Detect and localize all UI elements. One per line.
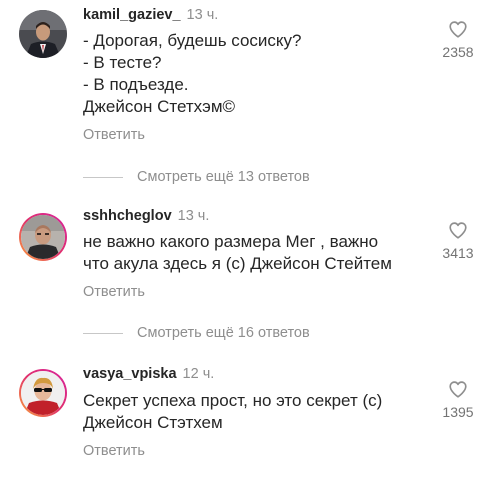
view-replies-label: Смотреть ещё 13 ответов xyxy=(137,169,310,185)
comment-text: не важно какого размера Мег , важно что … xyxy=(83,231,413,275)
avatar[interactable] xyxy=(19,369,67,417)
comment-header: sshhcheglov 13 ч. xyxy=(83,207,209,225)
timestamp: 12 ч. xyxy=(182,366,215,382)
avatar-man-bald-icon xyxy=(21,215,65,259)
reply-button[interactable]: Ответить xyxy=(83,284,145,300)
timestamp: 13 ч. xyxy=(186,7,219,23)
avatar-image xyxy=(21,215,65,259)
username-link[interactable]: sshhcheglov xyxy=(83,208,172,224)
comment-line: что акула здесь я (с) Джейсон Стейтем xyxy=(83,254,392,273)
like-count: 3413 xyxy=(442,245,474,261)
avatar-image xyxy=(21,371,65,415)
comment-line: - В подъезде. xyxy=(83,75,189,94)
reply-button[interactable]: Ответить xyxy=(83,127,145,143)
like-button[interactable]: 3413 xyxy=(428,219,488,261)
username-link[interactable]: vasya_vpiska xyxy=(83,366,177,382)
comment-line: Джейсон Стэтхем xyxy=(83,413,223,432)
view-replies-label: Смотреть ещё 16 ответов xyxy=(137,325,310,341)
heart-outline-icon xyxy=(449,21,467,38)
like-count: 1395 xyxy=(442,404,474,420)
like-button[interactable]: 1395 xyxy=(428,378,488,420)
like-count: 2358 xyxy=(442,44,474,60)
comment-line: - Дорогая, будешь сосиску? xyxy=(83,31,302,50)
divider xyxy=(83,333,123,334)
heart-outline-icon xyxy=(449,222,467,239)
comment-text: Секрет успеха прост, но это секрет (с) Д… xyxy=(83,390,413,434)
divider xyxy=(83,177,123,178)
avatar[interactable] xyxy=(19,213,67,261)
username-link[interactable]: kamil_gaziev_ xyxy=(83,7,181,23)
comment-header: kamil_gaziev_ 13 ч. xyxy=(83,6,218,24)
heart-outline-icon xyxy=(449,381,467,398)
timestamp: 13 ч. xyxy=(177,208,210,224)
avatar-man-sunglasses-icon xyxy=(21,371,65,415)
comment-text: - Дорогая, будешь сосиску? - В тесте? - … xyxy=(83,30,413,118)
avatar[interactable] xyxy=(19,10,67,58)
comment-line: не важно какого размера Мег , важно xyxy=(83,232,379,251)
comment-line: Джейсон Стетхэм© xyxy=(83,97,236,116)
comment-line: - В тесте? xyxy=(83,53,162,72)
comment-line: Секрет успеха прост, но это секрет (с) xyxy=(83,391,383,410)
reply-button[interactable]: Ответить xyxy=(83,443,145,459)
comment-header: vasya_vpiska 12 ч. xyxy=(83,365,214,383)
avatar-man-suit-icon xyxy=(19,10,67,58)
like-button[interactable]: 2358 xyxy=(428,18,488,60)
